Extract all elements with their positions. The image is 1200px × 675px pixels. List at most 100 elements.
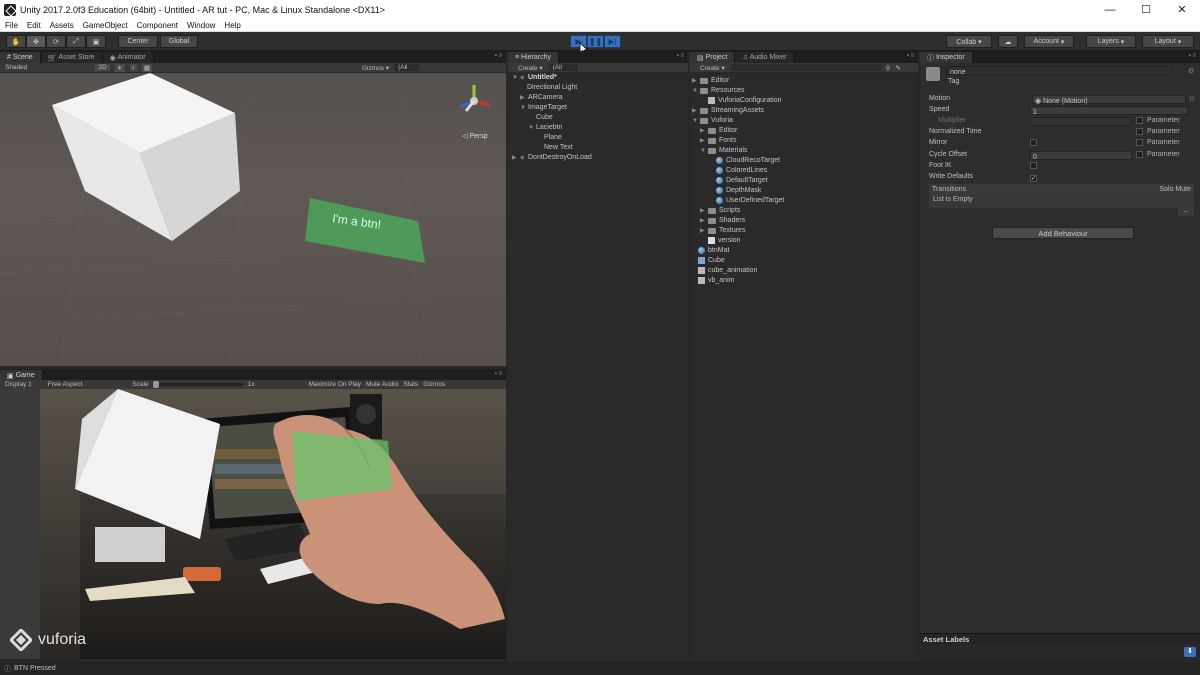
tab-inspector[interactable]: ⓘ Inspector — [920, 52, 973, 63]
hierarchy-menu-icon[interactable]: ▪ ≡ — [677, 53, 684, 59]
expand-arrow-icon[interactable]: ▼ — [700, 148, 708, 154]
checkbox[interactable] — [1030, 139, 1037, 146]
settings-gear-icon[interactable]: ⚙ — [1188, 67, 1194, 75]
project-item-streamingassets[interactable]: ▶ StreamingAssets — [692, 107, 764, 114]
checkmark-icon[interactable]: ✓ — [1030, 175, 1037, 182]
tab-animator[interactable]: ◉ Animator — [102, 52, 154, 63]
close-button[interactable]: ✕ — [1164, 0, 1200, 19]
collapse-arrow-icon[interactable]: ▶ — [692, 77, 700, 84]
tab-audio-mixer[interactable]: ♫ Audio Mixer — [735, 52, 795, 63]
collapse-arrow-icon[interactable]: ▶ — [512, 154, 520, 161]
expand-arrow-icon[interactable]: ▼ — [528, 125, 536, 131]
menu-assets[interactable]: Assets — [50, 21, 74, 30]
game-panel-menu-icon[interactable]: ▪ ≡ — [495, 371, 502, 377]
expand-arrow-icon[interactable]: ▼ — [692, 88, 700, 94]
menu-component[interactable]: Component — [137, 21, 178, 30]
lighting-toggle-icon[interactable]: ☀ — [114, 63, 125, 72]
add-behaviour-button[interactable]: Add Behaviour — [992, 227, 1134, 239]
hierarchy-item-cube[interactable]: Cube — [536, 114, 553, 121]
hand-tool-icon[interactable]: ✋ — [6, 35, 26, 48]
hierarchy-item-plane[interactable]: Plane — [544, 134, 562, 141]
checkbox[interactable] — [1030, 162, 1037, 169]
game-btn-plane[interactable] — [292, 431, 392, 501]
filter-by-label-icon[interactable]: ✎ — [895, 64, 900, 72]
project-item-cube-prefab[interactable]: Cube — [698, 257, 725, 264]
effects-toggle-icon[interactable]: ▦ — [141, 63, 152, 72]
tab-asset-store[interactable]: 🛒 Asset Store — [40, 52, 103, 63]
asset-bundle-icon[interactable]: ⬇ — [1184, 647, 1196, 657]
audio-toggle-icon[interactable]: ♪ — [129, 64, 137, 71]
collapse-arrow-icon[interactable]: ▶ — [700, 137, 708, 144]
rotate-tool-icon[interactable]: ⟳ — [46, 35, 66, 48]
state-name-field[interactable]: none — [946, 66, 1172, 76]
project-item-vuforiaconfiguration[interactable]: VuforiaConfiguration — [708, 97, 782, 104]
checkbox[interactable] — [1136, 128, 1143, 135]
project-item-materials[interactable]: ▼ Materials — [700, 147, 747, 154]
project-item-vuforia[interactable]: ▼ Vuforia — [692, 117, 733, 124]
multiplier-parameter-toggle[interactable]: Parameter — [1136, 117, 1180, 124]
perspective-label[interactable]: ◁ Persp — [462, 132, 488, 140]
tab-project[interactable]: ▤ Project — [690, 52, 736, 63]
move-tool-icon[interactable]: ✥ — [26, 35, 46, 48]
hierarchy-item-arcamera[interactable]: ▶ ARCamera — [520, 94, 563, 101]
layout-dropdown[interactable]: Layout ▾ — [1142, 35, 1194, 48]
normalized-time-parameter-toggle[interactable]: Parameter — [1136, 128, 1180, 135]
menu-window[interactable]: Window — [187, 21, 215, 30]
scene-orientation-gizmo-icon[interactable] — [459, 85, 491, 112]
remove-transition-button[interactable]: – — [1178, 208, 1194, 216]
project-item-vb-anim[interactable]: vb_anim — [698, 277, 734, 284]
cycle-offset-parameter-toggle[interactable]: Parameter — [1136, 151, 1180, 158]
gizmos-dropdown[interactable]: Gizmos ▾ — [362, 64, 389, 72]
project-menu-icon[interactable]: ▪ ≡ — [907, 53, 914, 59]
scale-slider-handle[interactable] — [152, 381, 159, 388]
menu-help[interactable]: Help — [224, 21, 240, 30]
project-item-vuforia-editor[interactable]: ▶ Editor — [700, 127, 737, 134]
hierarchy-item-scene[interactable]: ▼ ◈ Untitled* — [512, 74, 557, 81]
multiplier-field[interactable] — [1030, 117, 1132, 126]
project-create-dropdown[interactable]: Create ▾ — [695, 64, 725, 72]
hierarchy-item-laciebtn[interactable]: ▼ Laciebtn — [528, 124, 562, 131]
minimize-button[interactable]: — — [1092, 0, 1128, 19]
rect-tool-icon[interactable]: ▣ — [86, 35, 106, 48]
hierarchy-item-directional-light[interactable]: Directional Light — [527, 84, 577, 91]
panel-menu-icon[interactable]: ▪ ≡ — [495, 53, 502, 59]
layers-dropdown[interactable]: Layers ▾ — [1086, 35, 1136, 48]
hierarchy-item-dontdestroyonload[interactable]: ▶ ◈ DontDestroyOnLoad — [512, 154, 592, 161]
cycle-offset-field[interactable]: 0 — [1030, 151, 1132, 161]
motion-field[interactable]: ◉ None (Motion) — [1032, 95, 1186, 105]
project-item-fonts[interactable]: ▶ Fonts — [700, 137, 737, 144]
checkbox[interactable] — [1136, 151, 1143, 158]
shading-mode-dropdown[interactable]: Shaded — [5, 64, 27, 71]
game-viewport[interactable]: vuforia — [0, 389, 506, 659]
checkbox[interactable] — [1136, 139, 1143, 146]
maximize-on-play-toggle[interactable]: Maximize On Play — [309, 381, 361, 388]
checkbox[interactable] — [1136, 117, 1143, 124]
object-picker-icon[interactable]: ⊙ — [1189, 95, 1195, 103]
project-item-btnmat[interactable]: btnMat — [698, 247, 729, 254]
project-item-coloredlines[interactable]: ColoredLines — [716, 167, 767, 174]
filter-by-type-icon[interactable]: ⚲ — [886, 64, 891, 72]
project-item-depthmask[interactable]: DepthMask — [716, 187, 761, 194]
tab-scene[interactable]: # Scene — [0, 52, 41, 63]
project-search-input[interactable] — [730, 64, 881, 71]
scale-tool-icon[interactable]: ⤢ — [66, 35, 86, 48]
scene-viewport[interactable]: I'm a btn! ◁ Persp — [0, 73, 506, 366]
project-item-cube-animation[interactable]: cube_animation — [698, 267, 757, 274]
speed-field[interactable]: 1 — [1030, 106, 1188, 116]
menu-file[interactable]: File — [5, 21, 18, 30]
inspector-menu-icon[interactable]: ▪ ≡ — [1189, 53, 1196, 59]
write-defaults-checkbox[interactable]: ✓ — [1030, 173, 1041, 182]
project-item-resources[interactable]: ▼ Resources — [692, 87, 744, 94]
mirror-parameter-toggle[interactable]: Parameter — [1136, 139, 1180, 146]
menu-gameobject[interactable]: GameObject — [83, 21, 128, 30]
hierarchy-search-input[interactable]: (All — [548, 64, 578, 71]
display-dropdown[interactable]: Display 1 — [5, 381, 32, 388]
foot-ik-checkbox[interactable] — [1030, 162, 1041, 171]
pause-button[interactable]: ❚❚ — [587, 35, 604, 48]
collab-dropdown[interactable]: Collab ▾ — [946, 35, 992, 48]
collapse-arrow-icon[interactable]: ▶ — [700, 127, 708, 134]
expand-arrow-icon[interactable]: ▼ — [520, 105, 528, 111]
scale-slider[interactable] — [152, 381, 243, 388]
project-item-textures[interactable]: ▶ Textures — [700, 227, 745, 234]
collapse-arrow-icon[interactable]: ▶ — [700, 207, 708, 214]
